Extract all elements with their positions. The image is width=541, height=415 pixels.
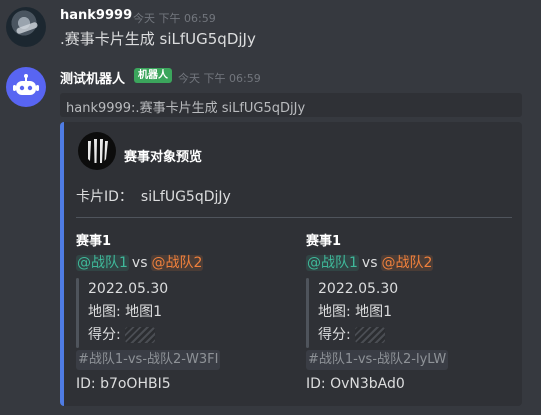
match-score: 得分: [318,324,526,347]
team1-mention[interactable]: @战队1 [306,255,359,271]
embed-card: 赛事对象预览 卡片ID： siLfUG5qDjJy 赛事1 @战队1 vs @战队2 … [60,122,522,406]
score-label: 得分: [318,327,351,343]
message-content: .赛事卡片生成 siLfUG5qDjJy [60,30,256,48]
match-name: 赛事1 [76,234,112,249]
teams-line: @战队1 vs @战队2 [306,252,526,274]
bot-badge: 机器人 [134,68,172,83]
teams-line: @战队1 vs @战队2 [76,252,296,274]
user-avatar[interactable] [6,7,46,47]
score-spoiler[interactable] [124,327,155,343]
card-id-value: siLfUG5qDjJy [140,189,231,205]
card-id-label: 卡片ID： [76,189,133,205]
event-logo-icon [78,132,116,170]
channel-link[interactable]: #战队1-vs-战队2-W3FI [76,350,221,370]
match-id: ID: OvN3bAd0 [306,376,405,392]
match-map: 地图: 地图1 [318,304,393,320]
message-timestamp: 今天 下午 06:59 [178,72,261,85]
embed-divider [76,217,512,218]
embed-title: 赛事对象预览 [124,150,203,165]
message-timestamp: 今天 下午 06:59 [133,12,216,25]
match-field: 赛事1 @战队1 vs @战队2 2022.05.30 地图: 地图1 得分: #战… [306,232,526,396]
reply-quote-text: hank9999:.赛事卡片生成 siLfUG5qDjJy [66,101,306,116]
discord-bot-icon [13,74,39,95]
vs-text: vs [361,255,378,271]
match-date: 2022.05.30 [88,281,169,297]
reply-quote[interactable]: hank9999:.赛事卡片生成 siLfUG5qDjJy [60,93,522,117]
team2-mention[interactable]: @战队2 [380,255,434,271]
match-score: 得分: [88,324,296,347]
match-name: 赛事1 [306,234,342,249]
bot-avatar[interactable] [6,67,46,107]
score-spoiler[interactable] [354,327,385,343]
match-date: 2022.05.30 [318,281,399,297]
team1-mention[interactable]: @战队1 [76,255,129,271]
match-field: 赛事1 @战队1 vs @战队2 2022.05.30 地图: 地图1 得分: #战… [76,232,296,396]
match-id: ID: b7oOHBI5 [76,376,171,392]
match-details: 2022.05.30 地图: 地图1 得分: [306,278,526,348]
vs-text: vs [131,255,148,271]
card-id-line: 卡片ID： siLfUG5qDjJy [76,186,231,206]
username-hank9999[interactable]: hank9999 [60,8,132,23]
match-details: 2022.05.30 地图: 地图1 得分: [76,278,296,348]
team2-mention[interactable]: @战队2 [150,255,204,271]
match-map: 地图: 地图1 [88,304,163,320]
channel-link[interactable]: #战队1-vs-战队2-lyLW [306,350,449,370]
username-bot[interactable]: 测试机器人 [60,68,125,87]
score-label: 得分: [88,327,121,343]
